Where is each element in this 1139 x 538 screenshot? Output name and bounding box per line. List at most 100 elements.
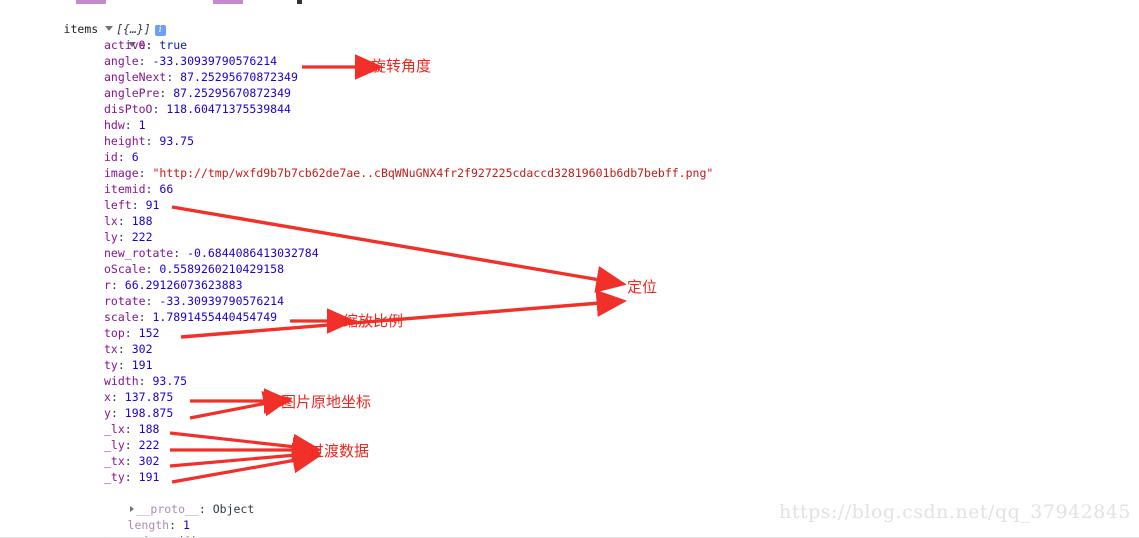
property-row: image: "http://tmp/wxfd9b7b7cb62de7ae..c… [0,165,1139,181]
property-separator: : [145,38,160,52]
property-separator: : [124,438,139,452]
property-key: id [104,150,118,164]
property-row: left: 91 [0,197,1139,213]
property-key: _tx [104,454,125,468]
property-separator: : [117,150,132,164]
property-separator: : [166,70,181,84]
property-row: _tx: 302 [0,453,1139,469]
property-key: r [104,278,111,292]
property-row: disPtoO: 118.60471375539844 [0,101,1139,117]
property-row: anglePre: 87.25295670872349 [0,85,1139,101]
property-key: height [104,134,146,148]
property-row: width: 93.75 [0,373,1139,389]
property-value: 191 [131,358,153,372]
property-value: 87.25295670872349 [173,86,291,100]
property-row: new_rotate: -0.6844086413032784 [0,245,1139,261]
property-row: tx: 302 [0,341,1139,357]
devtools-console-screenshot: items [{…}] i 0: active: true angle: -33.3… [0,0,1139,538]
property-separator: : [145,134,160,148]
property-key: angle [104,54,139,68]
property-row: ty: 191 [0,357,1139,373]
property-row: itemid: 66 [0,181,1139,197]
property-row: hdw: 1 [0,117,1139,133]
property-key: angleNext [104,70,167,84]
property-separator: : [117,214,132,228]
property-separator: : [145,294,160,308]
property-separator: : [124,326,139,340]
property-key: _ly [104,438,125,452]
property-row: _lx: 188 [0,421,1139,437]
property-value: 302 [138,454,160,468]
property-key: ty [104,358,118,372]
property-separator: : [124,118,139,132]
watermark: https://blog.csdn.net/qq_37942845 [779,501,1131,523]
property-separator: : [117,358,132,372]
property-value: -33.30939790576214 [159,294,285,308]
property-row: oScale: 0.5589260210429158 [0,261,1139,277]
property-key: top [104,326,125,340]
property-key: ly [104,230,118,244]
proto-row-inner[interactable]: __proto__: Object [0,485,1139,516]
property-value: 6 [131,150,139,164]
property-value: 1.7891455440454749 [152,310,278,324]
property-row: scale: 1.7891455440454749 [0,309,1139,325]
property-row: _ty: 191 [0,469,1139,485]
property-value: 66.29126073623883 [124,278,243,292]
property-row: id: 6 [0,149,1139,165]
property-key: _lx [104,422,125,436]
property-value: 152 [138,326,160,340]
property-separator: : [152,102,167,116]
property-rows-container: active: true angle: -33.30939790576214 ang… [0,37,1139,485]
property-key: hdw [104,118,125,132]
property-value: "http://tmp/wxfd9b7b7cb62de7ae..cBqWNuGN… [152,166,714,180]
object-tree: items [{…}] i 0: active: true angle: -33.3… [0,0,1139,538]
property-key: active [104,38,146,52]
property-separator: : [145,262,160,276]
property-row: lx: 188 [0,213,1139,229]
property-row: _ly: 222 [0,437,1139,453]
property-row: height: 93.75 [0,133,1139,149]
property-value: 91 [145,198,160,212]
property-separator: : [138,310,153,324]
property-value: 188 [138,422,160,436]
property-row: ly: 222 [0,229,1139,245]
property-key: tx [104,342,118,356]
property-value: 93.75 [152,374,188,388]
property-key: rotate [104,294,146,308]
property-value: 191 [138,470,160,484]
property-separator: : [124,454,139,468]
property-value: 118.60471375539844 [166,102,291,116]
array-index-row[interactable]: 0: [0,21,1139,52]
property-separator: : [138,166,153,180]
property-key: itemid [104,182,146,196]
property-row: rotate: -33.30939790576214 [0,293,1139,309]
property-row: angle: -33.30939790576214 [0,53,1139,69]
property-separator: : [110,406,125,420]
property-key: y [104,406,111,420]
property-key: width [104,374,139,388]
tree-root-row[interactable]: items [{…}] i [0,5,1139,36]
property-key: anglePre [104,86,160,100]
property-value: 188 [131,214,153,228]
property-row: active: true [0,37,1139,53]
property-separator: : [138,374,153,388]
property-key: lx [104,214,118,228]
property-separator: : [110,278,125,292]
property-value: 93.75 [159,134,195,148]
property-key: x [104,390,111,404]
property-value: 302 [131,342,153,356]
property-key: oScale [104,262,146,276]
property-separator: : [131,198,146,212]
property-value: 198.875 [124,406,174,420]
property-separator: : [145,182,160,196]
property-separator: : [173,246,188,260]
property-value: 0.5589260210429158 [159,262,285,276]
property-row: top: 152 [0,325,1139,341]
property-value: 1 [138,118,146,132]
property-value: -0.6844086413032784 [187,246,319,260]
property-value: 66 [159,182,174,196]
property-row: angleNext: 87.25295670872349 [0,69,1139,85]
property-row: r: 66.29126073623883 [0,277,1139,293]
property-separator: : [110,390,125,404]
property-separator: : [124,470,139,484]
